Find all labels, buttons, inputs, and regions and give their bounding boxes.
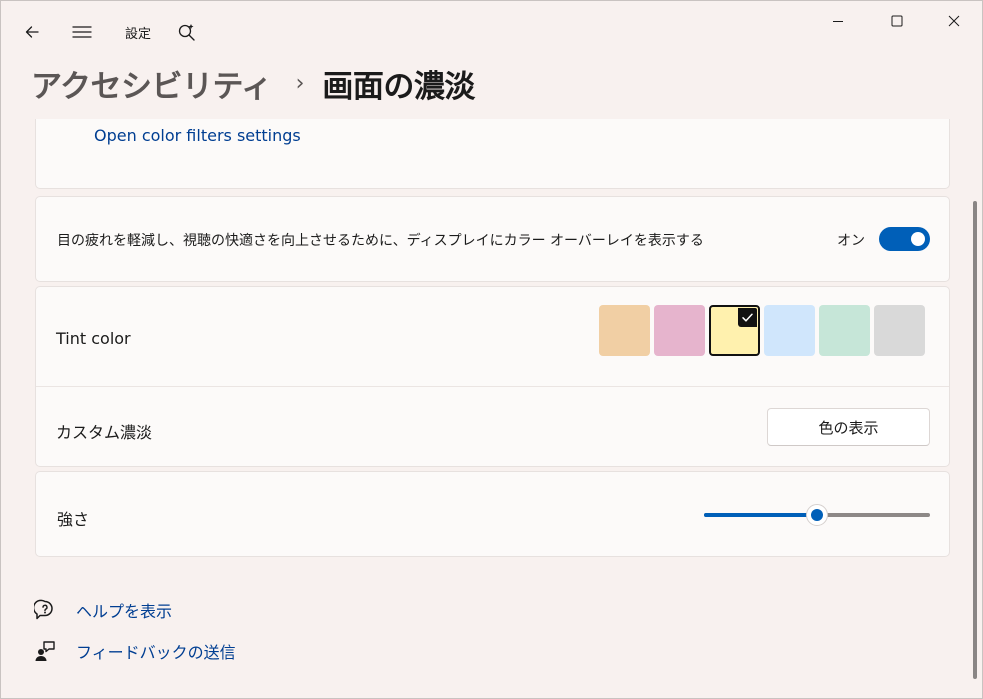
minimize-icon <box>832 12 844 31</box>
color-overlay-card: 目の疲れを軽減し、視聴の快適さを向上させるために、ディスプレイにカラー オーバー… <box>35 196 950 282</box>
chevron-right-icon: › <box>295 70 305 96</box>
strength-card: 強さ <box>35 471 950 557</box>
get-help-link[interactable]: ヘルプを表示 <box>33 597 172 623</box>
send-feedback-link[interactable]: フィードバックの送信 <box>33 638 236 664</box>
search-sparkle-icon[interactable] <box>170 15 204 49</box>
strength-label: 強さ <box>57 510 90 529</box>
title-bar: 設定 <box>1 1 982 51</box>
slider-fill <box>704 513 811 517</box>
settings-content[interactable]: Open color filters settings 目の疲れを軽減し、視聴の… <box>1 119 971 698</box>
tint-swatch-pink[interactable] <box>654 305 705 356</box>
vertical-scrollbar[interactable] <box>973 201 977 679</box>
strength-slider[interactable] <box>704 504 930 526</box>
maximize-icon <box>891 12 903 31</box>
back-arrow-icon[interactable] <box>15 15 49 49</box>
color-overlay-description: 目の疲れを軽減し、視聴の快適さを向上させるために、ディスプレイにカラー オーバー… <box>57 233 704 249</box>
tint-swatch-yellow[interactable] <box>709 305 760 356</box>
help-chat-icon <box>33 598 57 622</box>
tint-swatch-green[interactable] <box>819 305 870 356</box>
slider-thumb[interactable] <box>806 504 828 526</box>
tint-color-label: Tint color <box>56 329 131 348</box>
checkmark-icon <box>738 308 757 327</box>
tint-swatch-gray[interactable] <box>874 305 925 356</box>
toggle-state-label: オン <box>837 233 865 249</box>
open-color-filters-link[interactable]: Open color filters settings <box>94 126 301 145</box>
breadcrumb-parent[interactable]: アクセシビリティ <box>31 61 272 106</box>
color-filters-card: Open color filters settings <box>35 119 950 189</box>
toggle-knob <box>911 232 925 246</box>
tint-swatch-peach[interactable] <box>599 305 650 356</box>
get-help-label[interactable]: ヘルプを表示 <box>76 598 172 622</box>
tint-color-row: Tint color <box>36 287 949 387</box>
maximize-button[interactable] <box>874 3 920 39</box>
show-colors-button[interactable]: 色の表示 <box>767 408 930 446</box>
settings-window: 設定 アクセシビリティ › 画面の濃淡 Open color filters s… <box>0 0 983 699</box>
breadcrumb: アクセシビリティ › 画面の濃淡 <box>31 59 475 107</box>
page-title: 画面の濃淡 <box>322 68 475 105</box>
close-icon <box>948 12 960 31</box>
minimize-button[interactable] <box>815 3 861 39</box>
tint-card: Tint color カスタム濃淡 色の表示 <box>35 286 950 467</box>
feedback-icon <box>33 639 57 663</box>
custom-tint-label: カスタム濃淡 <box>56 423 153 442</box>
tint-swatch-blue[interactable] <box>764 305 815 356</box>
color-overlay-toggle[interactable] <box>879 227 930 251</box>
close-button[interactable] <box>931 3 977 39</box>
hamburger-menu-icon[interactable] <box>65 15 99 49</box>
window-title: 設定 <box>125 27 152 42</box>
send-feedback-label[interactable]: フィードバックの送信 <box>76 639 236 663</box>
